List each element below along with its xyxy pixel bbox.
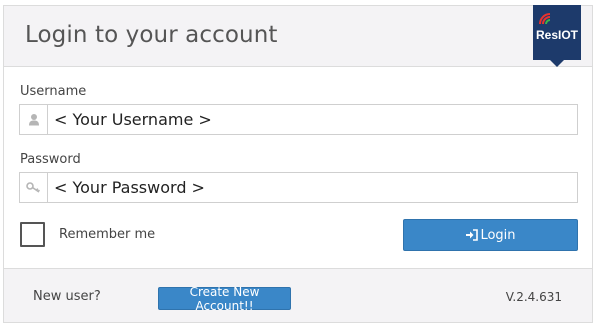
page-title: Login to your account: [25, 22, 278, 48]
password-input[interactable]: [54, 173, 569, 202]
sign-in-icon: [465, 229, 479, 241]
username-input[interactable]: [54, 105, 569, 134]
create-account-button[interactable]: Create New Account!!: [158, 285, 291, 313]
login-panel: Login to your account ResIOT Username Pa…: [3, 5, 593, 323]
username-label: Username: [20, 84, 87, 99]
new-user-text: New user?: [33, 289, 101, 304]
logo-text: ResIOT: [535, 28, 578, 42]
version-label: V.2.4.631: [505, 290, 562, 304]
resiot-logo: ResIOT: [533, 5, 581, 67]
password-label: Password: [20, 152, 81, 167]
remember-me-checkbox[interactable]: [20, 222, 45, 247]
login-header: Login to your account ResIOT: [4, 5, 592, 67]
login-button-label: Login: [480, 227, 516, 243]
key-icon: [20, 173, 48, 202]
signal-arcs-icon: [539, 13, 551, 25]
login-button[interactable]: Login: [403, 219, 578, 251]
username-field: [19, 104, 578, 135]
remember-me-label: Remember me: [59, 227, 156, 242]
user-icon: [20, 105, 48, 134]
login-footer: New user? Create New Account!! V.2.4.631: [4, 268, 592, 322]
password-field: [19, 172, 578, 203]
